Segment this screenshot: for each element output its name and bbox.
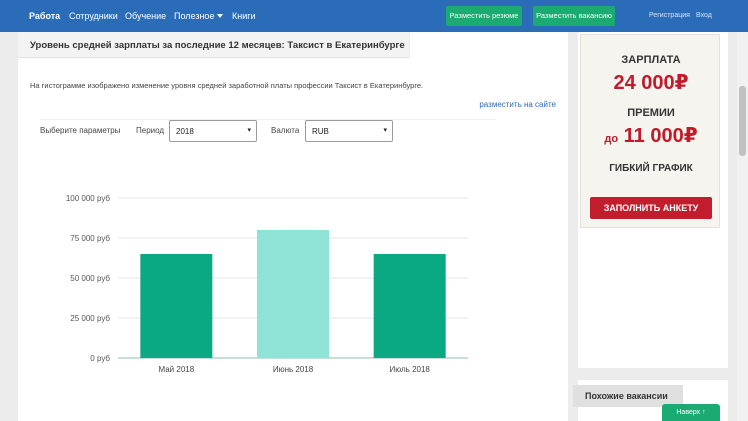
nav-item-books[interactable]: Книги bbox=[232, 11, 256, 21]
salary-bar-chart: 0 руб 25 000 руб 50 000 руб 75 000 руб 100 0… bbox=[66, 194, 468, 374]
nav-item-education[interactable]: Обучение bbox=[125, 11, 166, 21]
scroll-to-top-button[interactable]: Наверх ↑ bbox=[662, 404, 720, 421]
chevron-down-icon bbox=[217, 14, 224, 18]
nav-item-work[interactable]: Работа bbox=[29, 11, 60, 21]
scrollbar-thumb[interactable] bbox=[739, 86, 746, 156]
nav-item-useful[interactable]: Полезное bbox=[174, 11, 224, 21]
bar bbox=[140, 254, 213, 358]
page-title-box: Уровень средней зарплаты за последние 12… bbox=[18, 32, 410, 58]
scroll-to-top-label: Наверх bbox=[676, 409, 701, 416]
y-tick-label: 50 000 руб bbox=[70, 274, 110, 283]
currency-label: Валюта bbox=[271, 126, 300, 135]
ad-fill-form-button[interactable]: ЗАПОЛНИТЬ АНКЕТУ bbox=[590, 197, 712, 219]
currency-select-value: RUB bbox=[312, 127, 329, 136]
register-link[interactable]: Регистрация bbox=[649, 12, 690, 19]
period-select[interactable]: 2018 ▾ bbox=[169, 120, 257, 142]
login-link[interactable]: Вход bbox=[696, 12, 712, 19]
main-content: Уровень средней зарплаты за последние 12… bbox=[18, 32, 568, 421]
period-select-value: 2018 bbox=[176, 127, 194, 136]
y-tick-label: 75 000 руб bbox=[70, 234, 110, 243]
post-resume-button[interactable]: Разместить резюме bbox=[446, 6, 522, 26]
x-tick-label: Июль 2018 bbox=[389, 365, 430, 374]
chevron-down-icon: ▾ bbox=[383, 127, 387, 134]
y-tick-label: 0 руб bbox=[90, 354, 110, 363]
ad-salary-value: 24 000₽ bbox=[613, 72, 689, 94]
bar bbox=[257, 230, 329, 358]
ad-bonus-label: ПРЕМИИ bbox=[627, 107, 675, 119]
post-vacancy-button[interactable]: Разместить вакансию bbox=[533, 6, 615, 26]
ad-bonus-value: до 11 000₽ bbox=[581, 123, 721, 148]
period-label: Период bbox=[136, 126, 165, 135]
x-tick-label: Май 2018 bbox=[158, 365, 194, 374]
ad-schedule-label: ГИБКИЙ ГРАФИК bbox=[609, 163, 693, 174]
params-divider bbox=[40, 119, 496, 120]
job-ad-banner[interactable]: ЗАРПЛАТА 24 000₽ ПРЕМИИ до 11 000₽ ГИБКИ… bbox=[580, 34, 720, 228]
page-title: Уровень средней зарплаты за последние 12… bbox=[30, 40, 405, 51]
ad-container: ЗАРПЛАТА 24 000₽ ПРЕМИИ до 11 000₽ ГИБКИ… bbox=[578, 32, 728, 368]
ad-salary-label: ЗАРПЛАТА bbox=[621, 54, 681, 66]
y-tick-label: 100 000 руб bbox=[66, 194, 111, 203]
nav-item-employees[interactable]: Сотрудники bbox=[69, 11, 118, 21]
y-tick-label: 25 000 руб bbox=[70, 314, 110, 323]
ad-bonus-prefix: до bbox=[604, 133, 619, 145]
params-label: Выберите параметры bbox=[40, 126, 121, 135]
chevron-down-icon: ▾ bbox=[247, 127, 251, 134]
arrow-up-icon: ↑ bbox=[702, 409, 706, 416]
bar bbox=[373, 254, 446, 358]
x-tick-label: Июнь 2018 bbox=[273, 365, 314, 374]
chart-description: На гистограмме изображено изменение уров… bbox=[30, 81, 424, 90]
place-on-site-link[interactable]: разместить на сайте bbox=[479, 100, 556, 109]
top-navigation-bar: Работа Сотрудники Обучение Полезное Книг… bbox=[0, 0, 748, 32]
currency-select[interactable]: RUB ▾ bbox=[305, 120, 393, 142]
nav-item-useful-label: Полезное bbox=[174, 11, 215, 21]
ad-bonus-amount: 11 000₽ bbox=[623, 125, 698, 147]
